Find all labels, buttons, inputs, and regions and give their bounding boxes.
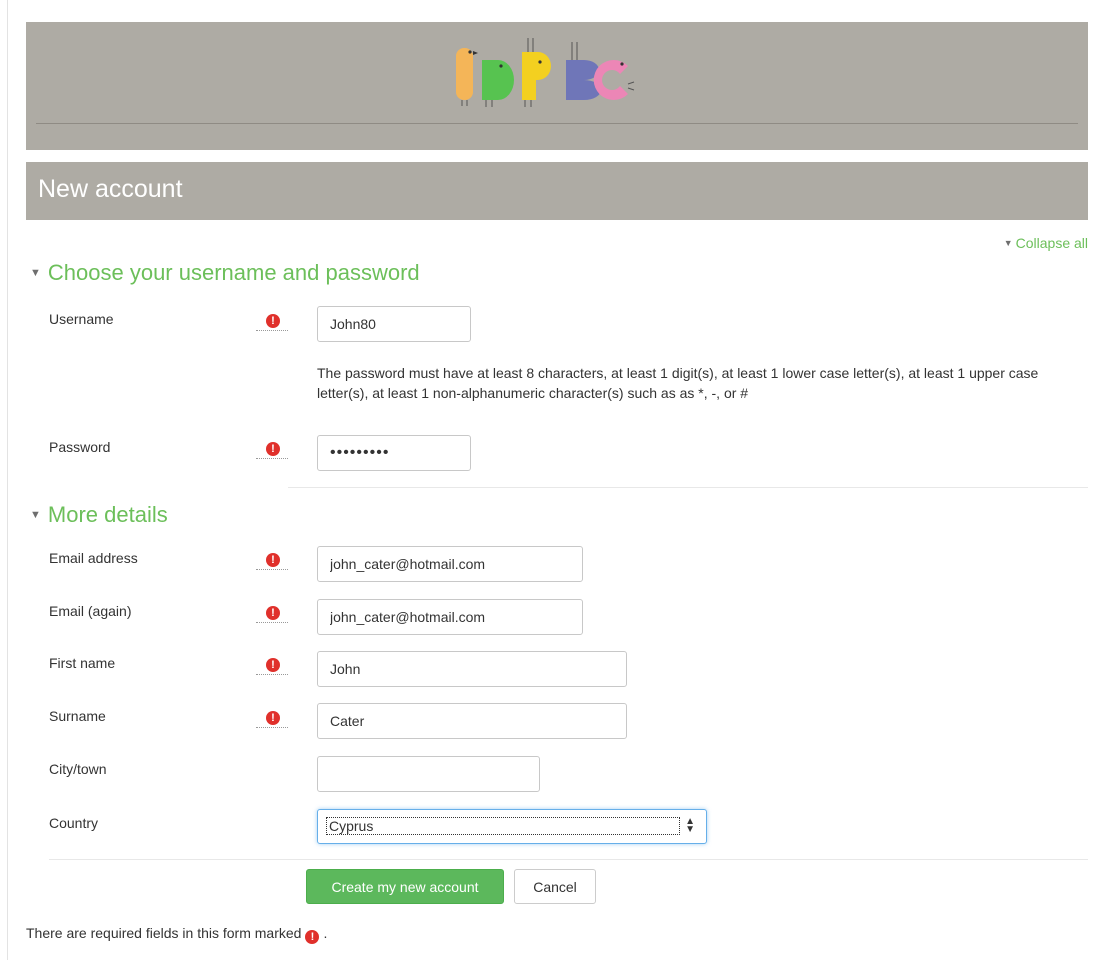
email-again-label: Email (again) [49, 603, 132, 619]
triangle-down-icon: ▼ [30, 267, 41, 279]
password-policy-text: The password must have at least 8 charac… [317, 365, 1039, 401]
collapse-all-label: Collapse all [1015, 235, 1088, 251]
country-select[interactable]: Cyprus ▲ ▼ [317, 809, 707, 844]
page-header: New account [26, 162, 1088, 220]
country-selected-value: Cyprus [326, 817, 680, 835]
triangle-down-icon: ▼ [1003, 238, 1013, 248]
surname-input[interactable] [317, 703, 627, 739]
triangle-down-icon: ▼ [30, 509, 41, 521]
ippbc-logo[interactable] [452, 36, 682, 131]
logo-graphic [456, 38, 635, 107]
city-label: City/town [49, 761, 107, 777]
required-marker: ! [256, 709, 288, 728]
country-label: Country [49, 815, 99, 831]
password-input[interactable] [317, 435, 471, 471]
password-label: Password [49, 439, 111, 455]
exclamation-circle-icon: ! [266, 606, 280, 620]
site-banner [26, 22, 1088, 150]
form-divider [49, 859, 1088, 860]
section-toggle-credentials[interactable]: ▼ Choose your username and password [30, 260, 420, 290]
section-legend-details: More details [47, 502, 168, 527]
exclamation-circle-icon: ! [266, 553, 280, 567]
section-legend-credentials: Choose your username and password [47, 260, 420, 285]
exclamation-circle-icon: ! [266, 442, 280, 456]
email-again-input[interactable] [317, 599, 583, 635]
email-label: Email address [49, 550, 138, 566]
section-divider [288, 487, 1088, 488]
banner-divider [36, 123, 1078, 124]
city-input[interactable] [317, 756, 540, 792]
collapse-all-link[interactable]: ▼ Collapse all [1004, 235, 1088, 251]
section-toggle-details[interactable]: ▼ More details [30, 502, 168, 532]
exclamation-circle-icon: ! [305, 930, 320, 944]
required-note-text: There are required fields in this form m… [26, 925, 302, 941]
create-account-button[interactable]: Create my new account [306, 869, 504, 904]
page-left-border [7, 0, 8, 960]
required-fields-note: There are required fields in this form m… [26, 924, 327, 944]
required-marker: ! [256, 440, 288, 459]
surname-label: Surname [49, 708, 106, 724]
username-input[interactable] [317, 306, 471, 342]
first-name-label: First name [49, 655, 116, 671]
email-input[interactable] [317, 546, 583, 582]
required-marker: ! [256, 656, 288, 675]
up-down-caret-icon: ▲ ▼ [685, 816, 695, 835]
first-name-input[interactable] [317, 651, 627, 687]
exclamation-circle-icon: ! [266, 658, 280, 672]
required-marker: ! [256, 604, 288, 623]
required-note-end: . [323, 925, 328, 941]
username-label: Username [49, 311, 114, 327]
required-marker: ! [256, 551, 288, 570]
exclamation-circle-icon: ! [266, 314, 280, 328]
exclamation-circle-icon: ! [266, 711, 280, 725]
page-title: New account [38, 175, 183, 203]
cancel-button[interactable]: Cancel [514, 869, 596, 904]
required-marker: ! [256, 312, 288, 331]
